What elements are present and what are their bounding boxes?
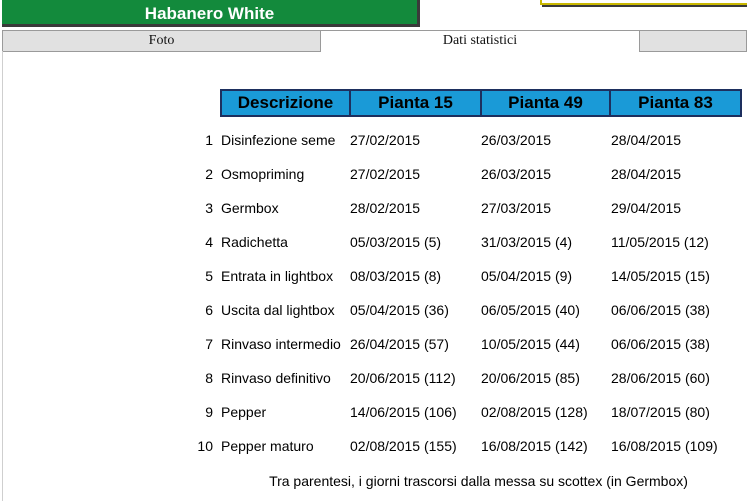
row-pianta-83: 14/05/2015 (15) [611,268,710,284]
row-pianta-49: 05/04/2015 (9) [481,268,573,284]
row-description: Pepper [221,404,267,420]
row-description: Pepper maturo [221,438,314,454]
row-pianta-49: 16/08/2015 (142) [481,438,588,454]
window-title: Habanero White [144,4,275,23]
header-descrizione: Descrizione [220,89,351,117]
row-pianta-49: 06/05/2015 (40) [481,302,580,318]
row-pianta-49: 26/03/2015 [481,166,552,182]
row-pianta-49: 20/06/2015 (85) [481,370,580,386]
row-pianta-83: 06/06/2015 (38) [611,336,710,352]
row-description: Osmopriming [221,166,305,182]
row-description: Disinfezione seme [221,132,336,148]
row-number: 7 [205,336,213,352]
row-number: 3 [205,200,213,216]
row-pianta-49: 31/03/2015 (4) [481,234,573,250]
row-description: Rinvaso intermedio [221,336,341,352]
title-bar: Habanero White [2,0,420,27]
row-pianta-49: 10/05/2015 (44) [481,336,580,352]
footnote: Tra parentesi, i giorni trascorsi dalla … [269,473,688,489]
row-number: 10 [197,438,213,454]
tab-empty[interactable] [639,30,747,52]
row-pianta-83: 28/04/2015 [611,166,682,182]
row-number: 8 [205,370,213,386]
row-pianta-83: 28/04/2015 [611,132,682,148]
decorative-panel [540,0,747,5]
header-pianta-83: Pianta 83 [609,89,742,117]
row-pianta-15: 14/06/2015 (106) [350,404,457,420]
row-number: 2 [205,166,213,182]
header-pianta-15: Pianta 15 [349,89,482,117]
row-number: 1 [205,132,213,148]
row-number: 9 [205,404,213,420]
row-pianta-49: 26/03/2015 [481,132,552,148]
row-pianta-83: 11/05/2015 (12) [611,234,709,250]
row-pianta-15: 20/06/2015 (112) [350,370,456,386]
row-description: Germbox [221,200,279,216]
row-pianta-15: 28/02/2015 [350,200,421,216]
row-number: 5 [205,268,213,284]
row-pianta-15: 05/04/2015 (36) [350,302,449,318]
row-pianta-15: 27/02/2015 [350,166,421,182]
header-pianta-49: Pianta 49 [480,89,611,117]
row-pianta-49: 27/03/2015 [481,200,552,216]
row-pianta-83: 06/06/2015 (38) [611,302,710,318]
tab-foto[interactable]: Foto [2,30,321,52]
row-description: Entrata in lightbox [221,268,334,284]
tab-dati-statistici[interactable]: Dati statistici [320,30,640,52]
row-pianta-49: 02/08/2015 (128) [481,404,588,420]
row-description: Radichetta [221,234,288,250]
row-pianta-83: 28/06/2015 (60) [611,370,710,386]
row-pianta-15: 27/02/2015 [350,132,421,148]
row-number: 4 [205,234,213,250]
row-pianta-83: 29/04/2015 [611,200,682,216]
row-pianta-15: 05/03/2015 (5) [350,234,442,250]
row-description: Uscita dal lightbox [221,302,335,318]
row-pianta-83: 18/07/2015 (80) [611,404,710,420]
row-description: Rinvaso definitivo [221,370,331,386]
row-pianta-15: 26/04/2015 (57) [350,336,449,352]
row-pianta-83: 16/08/2015 (109) [611,438,718,454]
row-pianta-15: 02/08/2015 (155) [350,438,457,454]
row-number: 6 [205,302,213,318]
row-pianta-15: 08/03/2015 (8) [350,268,442,284]
